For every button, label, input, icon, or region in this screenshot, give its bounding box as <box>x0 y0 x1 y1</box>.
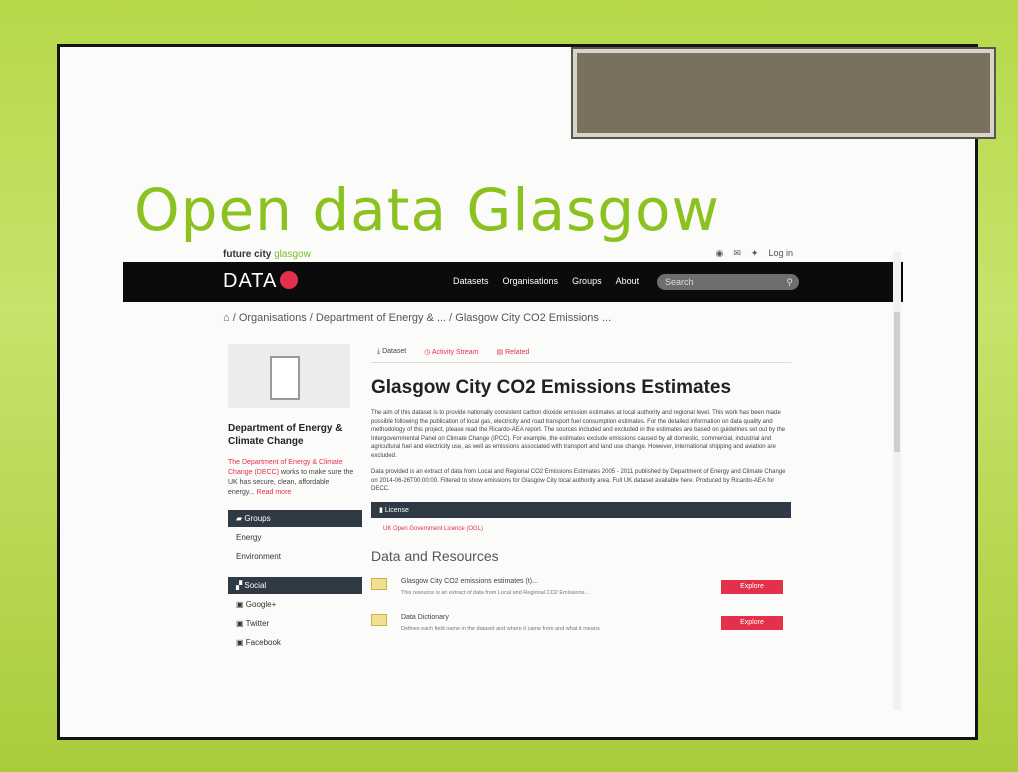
org-description: The Department of Energy & Climate Chang… <box>228 459 354 496</box>
groups-header: ▰ Groups <box>228 510 362 527</box>
clock-icon: ◷ <box>424 349 431 356</box>
tab-dataset[interactable]: ⤓ Dataset <box>377 348 406 356</box>
group-item-energy[interactable]: Energy <box>228 527 358 546</box>
org-name: Department of Energy & Climate Change <box>228 423 343 447</box>
search-icon[interactable]: ⚲ <box>786 274 793 290</box>
group-item-environment[interactable]: Environment <box>228 546 358 565</box>
top-strip: future city glasgow ◉ ✉ ✦ Log in <box>123 246 903 262</box>
slide-title: Open data Glasgow <box>134 176 720 244</box>
social-header: ▞ Social <box>228 577 362 594</box>
nav-links: Datasets Organisations Groups About <box>453 276 639 286</box>
social-google[interactable]: ▣ Google+ <box>228 594 358 613</box>
social-facebook[interactable]: ▣ Facebook <box>228 632 358 651</box>
data-logo[interactable]: DATA <box>223 270 299 293</box>
explore-button[interactable]: Explore <box>721 615 783 630</box>
sidebar: Department of Energy & Climate Change Th… <box>228 344 362 651</box>
resource-item[interactable]: Glasgow City CO2 emissions estimates (t)… <box>371 576 791 612</box>
lock-icon: ▮ <box>379 506 383 514</box>
download-icon: ⤓ <box>377 348 381 355</box>
email-icon[interactable]: ✉ <box>733 248 741 259</box>
main-content: ⤓ Dataset ◷ Activity Stream ▤ Related Gl… <box>371 344 791 648</box>
twitter-icon[interactable]: ✦ <box>751 248 759 259</box>
search-input[interactable]: Search ⚲ <box>657 274 799 290</box>
share-icon: ▞ <box>236 581 243 590</box>
scrollbar[interactable] <box>893 252 901 710</box>
home-icon[interactable]: ⌂ <box>223 312 230 324</box>
folder-icon: ▰ <box>236 514 243 523</box>
file-icon <box>371 577 387 590</box>
nav-organisations[interactable]: Organisations <box>503 276 559 286</box>
read-more-link[interactable]: Read more <box>257 489 292 496</box>
building-icon <box>270 356 300 400</box>
resource-title[interactable]: Data Dictionary <box>401 614 449 621</box>
nav-about[interactable]: About <box>616 276 640 286</box>
tab-activity-stream[interactable]: ◷ Activity Stream <box>424 348 478 356</box>
explore-button[interactable]: Explore <box>721 579 783 594</box>
license-link[interactable]: UK Open Government Licence (OGL) <box>383 526 791 532</box>
tab-related[interactable]: ▤ Related <box>497 348 530 356</box>
nav-datasets[interactable]: Datasets <box>453 276 489 286</box>
license-header: ▮ License <box>371 501 791 518</box>
breadcrumb-path[interactable]: / Organisations / Department of Energy &… <box>233 312 611 324</box>
data-logo-badge-icon <box>280 271 299 289</box>
rss-icon[interactable]: ◉ <box>716 248 724 259</box>
embedded-webpage: future city glasgow ◉ ✉ ✦ Log in DATA Da… <box>123 246 903 716</box>
org-image[interactable] <box>228 344 350 408</box>
google-plus-icon: ▣ <box>236 600 244 609</box>
decorative-frame <box>573 49 994 137</box>
nav-groups[interactable]: Groups <box>572 276 602 286</box>
chart-icon: ▤ <box>496 349 504 356</box>
twitter-icon: ▣ <box>236 619 244 628</box>
file-icon <box>371 613 387 626</box>
future-city-logo[interactable]: future city glasgow <box>223 249 311 260</box>
breadcrumb: ⌂ / Organisations / Department of Energy… <box>223 312 611 324</box>
dataset-description: The aim of this dataset is to provide na… <box>371 410 786 459</box>
resource-title[interactable]: Glasgow City CO2 emissions estimates (t)… <box>401 578 538 585</box>
navbar: DATA Datasets Organisations Groups About… <box>123 262 903 302</box>
dataset-title: Glasgow City CO2 Emissions Estimates <box>371 377 732 398</box>
resources-heading: Data and Resources <box>371 547 499 564</box>
dataset-provenance: Data provided is an extract of data from… <box>371 469 786 492</box>
social-twitter[interactable]: ▣ Twitter <box>228 613 358 632</box>
scrollbar-thumb[interactable] <box>894 312 900 452</box>
facebook-icon: ▣ <box>236 638 244 647</box>
login-link[interactable]: Log in <box>768 248 793 259</box>
tabs: ⤓ Dataset ◷ Activity Stream ▤ Related <box>371 344 791 363</box>
top-icons: ◉ ✉ ✦ Log in <box>716 248 793 259</box>
resource-item[interactable]: Data Dictionary Defines each field name … <box>371 612 791 648</box>
resource-desc: Defines each field name in the dataset a… <box>401 625 600 632</box>
resource-desc: This resource is an extract of data from… <box>401 589 590 596</box>
